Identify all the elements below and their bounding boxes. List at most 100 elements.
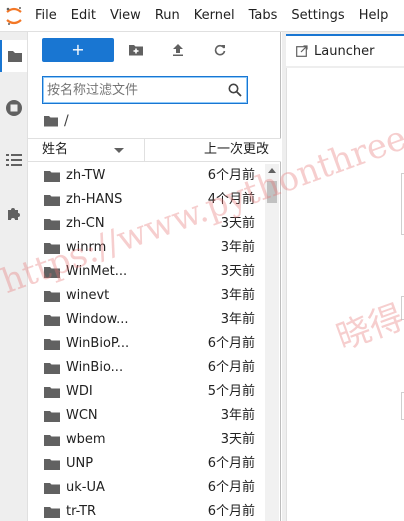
- file-row[interactable]: winrm 3年前: [28, 236, 263, 260]
- file-name: winevt: [66, 288, 110, 303]
- file-browser-panel: + 按名称过滤文件 / 姓名 上一次更改 zh-TW 6个月前 zh-HANS …: [28, 32, 281, 521]
- menu-help[interactable]: Help: [352, 0, 396, 32]
- folder-icon[interactable]: [44, 115, 58, 127]
- file-row[interactable]: WCN 3年前: [28, 404, 263, 428]
- refresh-icon: [214, 44, 226, 56]
- refresh-button[interactable]: [206, 38, 234, 62]
- folder-icon: [44, 507, 60, 518]
- file-modified: 3年前: [220, 288, 255, 303]
- search-icon: [228, 83, 242, 97]
- file-modified: 5个月前: [207, 384, 255, 399]
- file-modified: 6个月前: [207, 168, 255, 183]
- launcher-panel: [286, 68, 404, 521]
- folder-icon: [44, 411, 60, 422]
- menu-bar: File Edit View Run Kernel Tabs Settings …: [0, 0, 404, 32]
- file-row[interactable]: zh-HANS 4个月前: [28, 188, 263, 212]
- tab-launcher[interactable]: Launcher: [286, 34, 404, 66]
- upload-icon: [173, 44, 183, 56]
- file-name: zh-TW: [66, 168, 106, 183]
- menu-kernel[interactable]: Kernel: [187, 0, 242, 32]
- file-row[interactable]: WinBio... 6个月前: [28, 356, 263, 380]
- file-row[interactable]: Window... 3年前: [28, 308, 263, 332]
- file-name: WinBio...: [66, 360, 124, 375]
- file-name: uk-UA: [66, 480, 105, 495]
- menu-view[interactable]: View: [103, 0, 148, 32]
- file-row[interactable]: wbem 3天前: [28, 428, 263, 452]
- folder-icon: [44, 387, 60, 398]
- file-name: zh-HANS: [66, 192, 123, 207]
- folder-icon: [44, 171, 60, 182]
- file-row[interactable]: zh-CN 3天前: [28, 212, 263, 236]
- file-modified: 3天前: [220, 216, 255, 231]
- breadcrumb: /: [44, 112, 69, 130]
- file-row[interactable]: winevt 3年前: [28, 284, 263, 308]
- new-folder-button[interactable]: [122, 38, 150, 62]
- file-modified: 3年前: [220, 408, 255, 423]
- folder-icon: [44, 363, 60, 374]
- file-name: WDI: [66, 384, 93, 399]
- folder-icon: [44, 195, 60, 206]
- file-name: WinBioP...: [66, 336, 130, 351]
- file-row[interactable]: zh-TW 6个月前: [28, 164, 263, 188]
- file-row[interactable]: tr-TR 6个月前: [28, 500, 263, 521]
- filter-box: [42, 76, 248, 104]
- list-icon: [5, 154, 22, 166]
- file-browser-tab[interactable]: [0, 40, 27, 72]
- filter-files-input[interactable]: [47, 80, 217, 100]
- file-row[interactable]: uk-UA 6个月前: [28, 476, 263, 500]
- file-name: UNP: [66, 456, 94, 471]
- file-list-scrollbar[interactable]: [265, 164, 279, 521]
- file-name: WCN: [66, 408, 98, 423]
- file-name: WinMet...: [66, 264, 128, 279]
- launcher-icon: [296, 45, 308, 57]
- file-name: tr-TR: [66, 504, 97, 519]
- sort-caret-icon: [114, 148, 124, 153]
- folder-icon: [44, 483, 60, 494]
- menu-edit[interactable]: Edit: [64, 0, 103, 32]
- file-modified: 6个月前: [207, 504, 255, 519]
- puzzle-icon: [7, 208, 20, 220]
- file-row[interactable]: WinBioP... 6个月前: [28, 332, 263, 356]
- folder-icon: [7, 51, 22, 62]
- file-row[interactable]: WinMet... 3天前: [28, 260, 263, 284]
- folder-icon: [44, 339, 60, 350]
- left-sidebar: [0, 32, 28, 521]
- file-modified: 6个月前: [207, 456, 255, 471]
- menu-settings[interactable]: Settings: [284, 0, 351, 32]
- breadcrumb-root[interactable]: /: [64, 113, 69, 129]
- file-name: Window...: [66, 312, 129, 327]
- new-launcher-button[interactable]: +: [42, 38, 114, 62]
- name-column-header[interactable]: 姓名: [28, 139, 145, 161]
- file-modified: 3年前: [220, 240, 255, 255]
- file-modified: 3天前: [220, 264, 255, 279]
- menu-file[interactable]: File: [28, 0, 64, 32]
- jupyter-logo-icon[interactable]: [0, 0, 28, 32]
- folder-icon: [44, 435, 60, 446]
- folder-icon: [44, 291, 60, 302]
- folder-icon: [44, 243, 60, 254]
- upload-button[interactable]: [164, 38, 192, 62]
- file-row[interactable]: WDI 5个月前: [28, 380, 263, 404]
- folder-icon: [44, 315, 60, 326]
- file-modified: 3年前: [220, 312, 255, 327]
- menu-tabs[interactable]: Tabs: [242, 0, 285, 32]
- file-row[interactable]: UNP 6个月前: [28, 452, 263, 476]
- file-name: zh-CN: [66, 216, 105, 231]
- scroll-up-arrow-icon[interactable]: [268, 168, 276, 173]
- file-modified: 6个月前: [207, 360, 255, 375]
- file-name: wbem: [66, 432, 106, 447]
- menu-run[interactable]: Run: [148, 0, 187, 32]
- file-modified: 6个月前: [207, 336, 255, 351]
- file-browser-toolbar: +: [28, 32, 281, 68]
- scrollbar-thumb[interactable]: [267, 181, 277, 203]
- extensions-tab[interactable]: [0, 198, 27, 230]
- file-modified: 6个月前: [207, 480, 255, 495]
- table-of-contents-tab[interactable]: [0, 144, 27, 176]
- name-column-label: 姓名: [42, 142, 69, 157]
- new-folder-icon: [129, 45, 143, 56]
- folder-icon: [44, 267, 60, 278]
- tab-launcher-label: Launcher: [314, 43, 375, 59]
- running-sessions-tab[interactable]: [0, 92, 27, 124]
- modified-column-header[interactable]: 上一次更改: [204, 139, 269, 161]
- file-modified: 4个月前: [207, 192, 255, 207]
